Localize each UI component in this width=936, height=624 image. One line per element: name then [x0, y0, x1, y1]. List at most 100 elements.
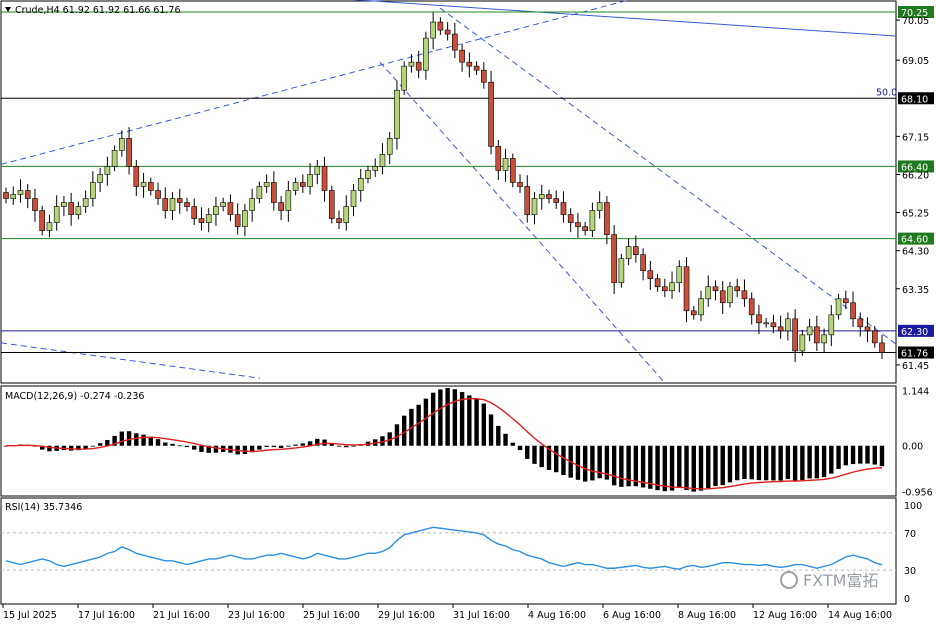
- candle-body-12: [90, 182, 96, 199]
- macd-bar-72: [525, 445, 530, 459]
- candle-body-109: [792, 318, 798, 352]
- time-tick-9: 8 Aug 16:00: [678, 610, 736, 621]
- candle-body-56: [408, 61, 415, 67]
- macd-bar-62: [452, 389, 458, 446]
- macd-bar-69: [503, 433, 508, 446]
- macd-bar-21: [155, 439, 161, 446]
- macd-bar-96: [698, 445, 704, 491]
- candle-body-25: [184, 202, 190, 207]
- candle-body-63: [459, 49, 465, 63]
- candle-body-62: [452, 33, 458, 51]
- candle-body-20: [147, 182, 154, 191]
- candle-body-48: [350, 190, 357, 207]
- candle-body-115: [835, 298, 842, 316]
- macd-bar-40: [293, 444, 298, 446]
- candle-body-94: [683, 266, 690, 312]
- macd-bar-25: [184, 445, 190, 448]
- macd-label: MACD(12,26,9) -0.274 -0.236: [5, 391, 144, 402]
- macd-bar-106: [771, 445, 776, 481]
- macd-bar-13: [97, 443, 103, 446]
- macd-bar-35: [257, 445, 262, 450]
- macd-bar-80: [582, 445, 588, 482]
- candle-body-36: [263, 182, 270, 187]
- candle-body-13: [97, 174, 103, 183]
- macd-bar-46: [336, 445, 342, 447]
- candle-body-28: [205, 214, 212, 223]
- macd-bar-100: [727, 445, 733, 483]
- rsi-tick-3: 0: [904, 594, 910, 605]
- macd-bar-77: [561, 445, 566, 475]
- watermark-logo-icon: [780, 571, 798, 589]
- candle-body-74: [538, 194, 545, 199]
- macd-bar-120: [872, 445, 877, 465]
- candle-body-18: [133, 166, 140, 187]
- fib-level-note: 50.0: [876, 87, 897, 98]
- candle-body-50: [365, 170, 371, 179]
- macd-bar-61: [445, 388, 450, 446]
- macd-bar-74: [539, 445, 544, 468]
- candle-body-37: [271, 182, 277, 203]
- macd-bar-97: [706, 445, 711, 489]
- macd-bar-111: [807, 445, 812, 479]
- candle-body-110: [799, 334, 806, 352]
- macd-tick-1: 0.00: [902, 442, 923, 453]
- candle-body-42: [307, 174, 313, 187]
- candle-body-9: [68, 202, 74, 215]
- candle-body-96: [698, 298, 704, 316]
- candle-body-108: [785, 318, 791, 332]
- candle-body-86: [625, 246, 632, 259]
- candle-body-24: [176, 198, 183, 203]
- macd-bar-38: [278, 445, 284, 448]
- candle-body-103: [748, 298, 755, 316]
- candle-body-33: [242, 210, 248, 227]
- candle-body-72: [524, 186, 531, 215]
- candle-body-43: [314, 166, 321, 175]
- candle-body-14: [104, 166, 111, 175]
- collapse-triangle-icon[interactable]: [5, 7, 11, 12]
- macd-bar-98: [713, 445, 718, 486]
- macd-bar-22: [163, 442, 168, 446]
- candles: [3, 12, 885, 363]
- macd-bar-36: [264, 445, 269, 447]
- macd-bar-47: [344, 445, 349, 448]
- price-tick-7: 61.45: [902, 361, 929, 372]
- chart-header-label: Crude,H4 61.92 61.92 61.66 61.76: [15, 5, 181, 16]
- candle-body-89: [647, 270, 654, 280]
- macd-bar-115: [836, 445, 841, 469]
- watermark-text: FXTM富拓: [803, 571, 878, 590]
- macd-bar-113: [821, 445, 827, 478]
- candle-body-3: [24, 190, 31, 199]
- candle-body-91: [662, 286, 668, 292]
- candle-body-2: [17, 190, 24, 195]
- candle-body-88: [640, 254, 646, 272]
- candle-body-112: [814, 326, 820, 344]
- macd-bar-27: [199, 445, 204, 452]
- candle-body-83: [604, 202, 610, 235]
- level-label-4: 62.30: [901, 327, 928, 338]
- macd-bar-90: [655, 445, 660, 491]
- candle-body-121: [879, 342, 885, 353]
- macd-bar-105: [763, 445, 769, 481]
- macd-bar-23: [170, 443, 175, 446]
- macd-bar-79: [575, 445, 581, 480]
- candle-body-57: [415, 61, 422, 71]
- price-tick-3: 66.20: [902, 170, 929, 181]
- candle-body-95: [690, 310, 697, 316]
- candle-body-15: [111, 150, 118, 167]
- candle-body-105: [763, 322, 769, 325]
- candle-body-92: [669, 282, 675, 292]
- macd-bar-48: [351, 445, 356, 447]
- rsi-tick-1: 70: [904, 529, 916, 540]
- macd-bar-112: [814, 445, 820, 479]
- candle-body-40: [292, 182, 299, 191]
- lower-trend-line: [0, 342, 261, 379]
- time-tick-5: 29 Jul 16:00: [378, 610, 435, 621]
- macd-bar-95: [691, 445, 696, 492]
- macd-indicator: 1.144 0.00 -0.956: [3, 387, 933, 499]
- macd-bar-58: [423, 398, 429, 446]
- macd-bar-116: [843, 445, 849, 466]
- candle-body-76: [553, 198, 560, 203]
- candle-body-7: [53, 206, 60, 223]
- macd-bar-76: [554, 445, 559, 473]
- macd-bar-26: [192, 445, 197, 450]
